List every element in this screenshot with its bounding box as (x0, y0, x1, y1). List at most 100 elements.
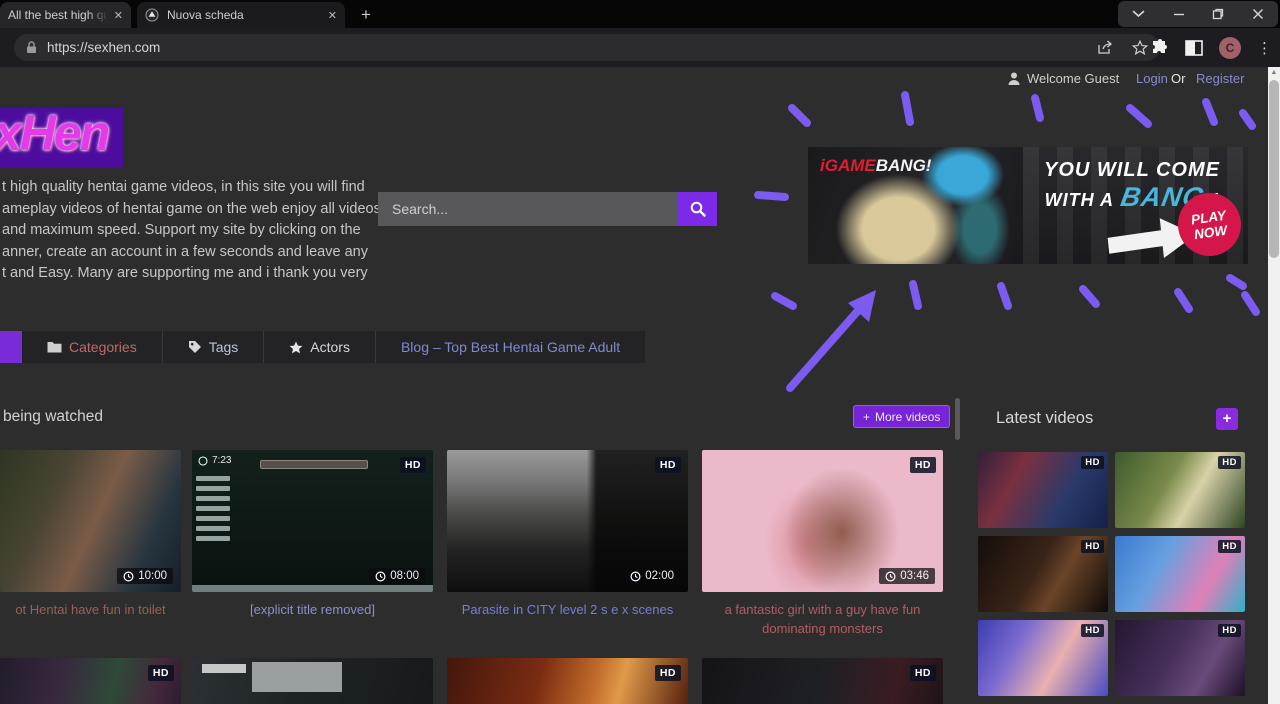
search-button[interactable] (678, 192, 717, 226)
latest-add-button[interactable]: + (1216, 408, 1238, 430)
address-bar[interactable]: https://sexhen.com (14, 34, 1160, 61)
tab-title: Nuova scheda (167, 8, 322, 22)
ad-brand-logo: iGAMEBANG! (820, 156, 931, 176)
tab-search-chevron-icon[interactable] (1132, 10, 1145, 18)
video-thumbnail-placeholder[interactable] (192, 658, 433, 704)
video-card: HD 02:00 Parasite in CITY level 2 s e x … (447, 450, 688, 619)
video-title-link[interactable]: Parasite in CITY level 2 s e x scenes (447, 600, 688, 619)
tab-new-tab[interactable]: Nuova scheda ✕ (137, 2, 345, 28)
profile-avatar[interactable]: C (1219, 37, 1241, 59)
browser-toolbar: https://sexhen.com C ⋮ (0, 28, 1280, 67)
latest-thumbnail-placeholder[interactable]: HD (978, 452, 1108, 528)
site-nav: Categories Tags Actors Blog – Top Best H… (0, 331, 645, 363)
or-text: Or (1171, 71, 1185, 86)
video-title-link[interactable]: a fantastic girl with a guy have fun dom… (702, 600, 943, 638)
clock-icon (375, 571, 386, 582)
video-title-link[interactable]: ot Hentai have fun in toilet (0, 600, 181, 619)
tab-close-icon[interactable]: ✕ (114, 9, 123, 22)
hd-badge: HD (655, 665, 681, 681)
scrollbar-up-arrow-icon[interactable]: ▲ (1270, 69, 1278, 77)
plus-icon: + (863, 410, 870, 424)
latest-thumbnail-placeholder[interactable]: HD (1115, 620, 1245, 696)
scrollbar-thumb[interactable] (1269, 80, 1279, 258)
nav-blog[interactable]: Blog – Top Best Hentai Game Adult (375, 331, 645, 363)
tab-title: All the best high quality (8, 8, 108, 22)
video-card: 7:23 HD 08:00 [explicit title removed] (192, 450, 433, 619)
hd-badge: HD (148, 665, 174, 681)
video-thumbnail-placeholder[interactable]: HD (702, 658, 943, 704)
latest-thumbnail-placeholder[interactable]: HD (978, 620, 1108, 696)
page-viewport: Welcome Guest Login Or Register xHen t h… (0, 67, 1280, 704)
user-icon (1008, 72, 1020, 85)
search-bar (378, 192, 717, 226)
tab-close-icon[interactable]: ✕ (328, 9, 337, 22)
video-thumbnail-placeholder[interactable]: HD 02:00 (447, 450, 688, 592)
video-card: HD (0, 658, 181, 704)
restore-icon[interactable] (1212, 8, 1224, 20)
search-icon (690, 201, 706, 217)
nav-actors[interactable]: Actors (263, 331, 375, 363)
nav-tags[interactable]: Tags (162, 331, 264, 363)
latest-thumbnail-placeholder[interactable]: HD (1115, 452, 1245, 528)
register-link[interactable]: Register (1196, 71, 1244, 86)
site-intro-text: t high quality hentai game videos, in th… (2, 177, 374, 285)
video-card (192, 658, 433, 704)
thumb-overlay (196, 476, 230, 546)
hd-badge: HD (1081, 456, 1104, 469)
thumb-overlay (192, 585, 433, 592)
share-icon[interactable] (1097, 40, 1114, 55)
video-thumbnail-placeholder[interactable]: 7:23 HD 08:00 (192, 450, 433, 592)
latest-thumbnail-placeholder[interactable]: HD (1115, 536, 1245, 612)
thumb-overlay: 7:23 (198, 455, 231, 466)
url-text: https://sexhen.com (47, 40, 1097, 55)
clock-icon (123, 571, 134, 582)
hd-badge: HD (655, 457, 681, 473)
video-thumbnail-placeholder[interactable]: HD 03:46 (702, 450, 943, 592)
browser-menu-icon[interactable]: ⋮ (1257, 39, 1272, 57)
browser-window: All the best high quality ✕ Nuova scheda… (0, 0, 1280, 704)
duration-badge: 02:00 (624, 568, 680, 584)
hd-badge: HD (1081, 624, 1104, 637)
clock-icon (885, 571, 896, 582)
folder-icon (47, 341, 62, 353)
close-window-icon[interactable] (1252, 8, 1264, 20)
hd-badge: HD (1218, 540, 1241, 553)
login-link[interactable]: Login (1136, 71, 1168, 86)
hd-badge: HD (910, 665, 936, 681)
star-icon (289, 341, 303, 354)
side-panel-icon[interactable] (1185, 40, 1203, 56)
hd-badge: HD (910, 457, 936, 473)
tab-favicon-icon (145, 8, 159, 22)
bookmark-star-icon[interactable] (1132, 40, 1148, 55)
video-thumbnail-placeholder[interactable]: 10:00 (0, 450, 181, 592)
section-title-latest-videos: Latest videos (996, 409, 1093, 428)
ad-banner[interactable]: iGAMEBANG! YOU WILL COME WITH A BANG ! P… (808, 147, 1248, 264)
duration-badge: 08:00 (369, 568, 425, 584)
search-input[interactable] (378, 192, 678, 226)
hd-badge: HD (1218, 624, 1241, 637)
tab-site[interactable]: All the best high quality ✕ (0, 2, 131, 28)
page-scrollbar[interactable]: ▲ (1268, 67, 1280, 704)
video-card: 10:00 ot Hentai have fun in toilet (0, 450, 181, 619)
video-thumbnail-placeholder[interactable]: HD (0, 658, 181, 704)
clock-icon (198, 456, 208, 466)
nav-active-tab-stub[interactable] (0, 331, 22, 363)
new-tab-button[interactable]: + (355, 4, 377, 26)
site-logo[interactable]: xHen (0, 108, 123, 168)
more-videos-button[interactable]: + More videos (853, 405, 950, 428)
site-topbar: Welcome Guest Login Or Register (0, 71, 1268, 89)
section-divider (955, 398, 960, 440)
duration-badge: 03:46 (879, 568, 935, 584)
video-card: HD (702, 658, 943, 704)
thumb-overlay (260, 460, 368, 469)
video-title-link[interactable]: [explicit title removed] (192, 600, 433, 619)
latest-thumbnail-placeholder[interactable]: HD (978, 536, 1108, 612)
video-card: HD (447, 658, 688, 704)
nav-categories[interactable]: Categories (22, 331, 162, 363)
minimize-icon[interactable] (1173, 8, 1185, 20)
clock-icon (630, 571, 641, 582)
welcome-text: Welcome Guest (1008, 71, 1119, 86)
hd-badge: HD (400, 457, 426, 473)
extensions-puzzle-icon[interactable] (1151, 39, 1169, 57)
video-thumbnail-placeholder[interactable]: HD (447, 658, 688, 704)
